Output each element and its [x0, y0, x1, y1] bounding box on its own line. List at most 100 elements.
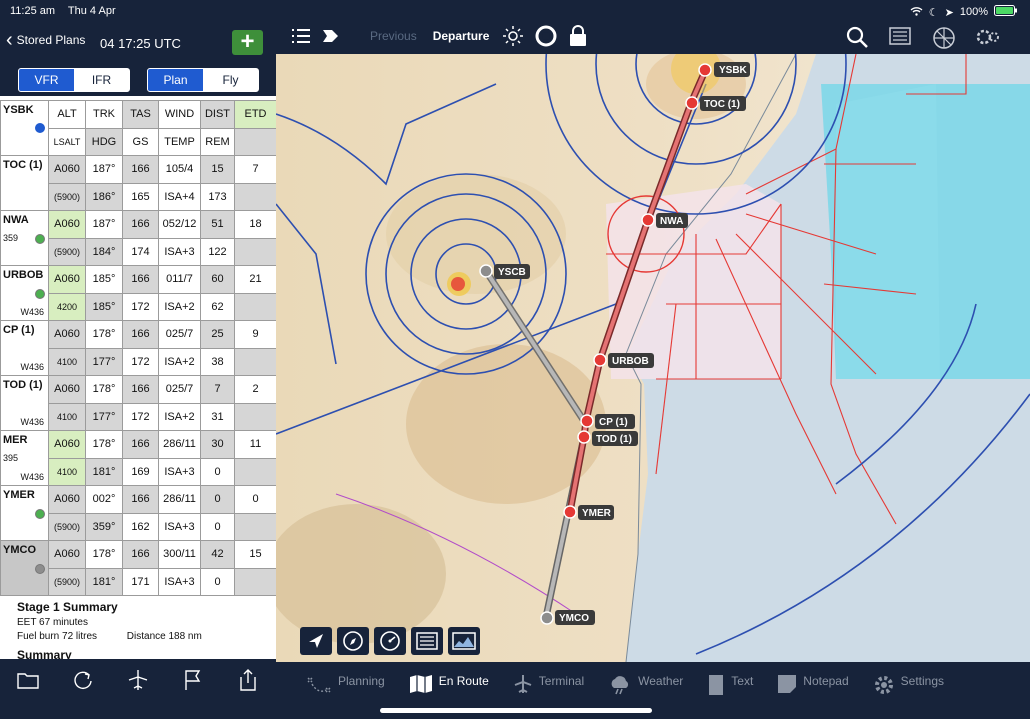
waypoint-ymer[interactable]: [563, 505, 577, 519]
temp-cell: ISA+3: [158, 237, 201, 266]
route-icon[interactable]: [322, 28, 340, 44]
waypoint-cell[interactable]: TOC (1): [0, 155, 49, 211]
airway-label: W436: [20, 472, 44, 482]
tab-text[interactable]: Text: [707, 662, 753, 719]
blank-cell: [234, 457, 277, 486]
dist-cell: 51: [200, 210, 235, 239]
waypoint-tod[interactable]: [577, 430, 591, 444]
wind-cell[interactable]: 011/7: [158, 265, 201, 294]
elevation-profile-icon[interactable]: [448, 627, 480, 655]
tas-cell[interactable]: 166: [122, 265, 159, 294]
ifr-option[interactable]: IFR: [74, 69, 129, 91]
layers-settings-icon[interactable]: [976, 26, 1000, 55]
tab-en-route-label: En Route: [438, 674, 489, 688]
waypoint-cell[interactable]: TOD (1) W436: [0, 375, 49, 431]
alt-cell[interactable]: A060: [48, 375, 86, 404]
waypoint-nwa[interactable]: [641, 213, 655, 227]
tas-cell[interactable]: 166: [122, 540, 159, 569]
waypoint-cell[interactable]: CP (1) W436: [0, 320, 49, 376]
tab-planning[interactable]: Planning: [306, 662, 385, 719]
tas-cell[interactable]: 166: [122, 210, 159, 239]
wind-cell[interactable]: 025/7: [158, 375, 201, 404]
wind-cell[interactable]: 105/4: [158, 155, 201, 184]
wind-cell[interactable]: 286/11: [158, 430, 201, 459]
col-header-temp: TEMP: [158, 127, 201, 156]
etd-cell: 21: [234, 265, 277, 294]
origin-cell[interactable]: YSBK: [0, 100, 49, 156]
waypoint-cell[interactable]: YMCO: [0, 540, 49, 596]
waypoint-cell[interactable]: NWA 359: [0, 210, 49, 266]
alt-cell[interactable]: A060: [48, 210, 86, 239]
temp-cell: ISA+2: [158, 347, 201, 376]
home-indicator[interactable]: [380, 708, 652, 713]
stored-plans-back-button[interactable]: ‹ Stored Plans: [6, 30, 86, 50]
alt-cell[interactable]: A060: [48, 430, 86, 459]
waypoint-ysbk[interactable]: [698, 63, 712, 77]
tab-settings[interactable]: Settings: [873, 662, 944, 719]
waypoint-cp[interactable]: [580, 414, 594, 428]
table-row: CP (1) W436 A060 178° 166 025/7 25 9: [0, 320, 277, 376]
planning-icon: [306, 674, 332, 699]
track-up-icon[interactable]: [300, 627, 332, 655]
search-icon[interactable]: [846, 26, 868, 55]
tab-notepad[interactable]: Notepad: [777, 662, 849, 719]
trk-cell: 002°: [85, 485, 123, 514]
tas-cell[interactable]: 166: [122, 320, 159, 349]
waypoint-ymco[interactable]: [540, 611, 554, 625]
flag-icon[interactable]: [178, 665, 208, 695]
compass-icon[interactable]: [337, 627, 369, 655]
waypoint-cell[interactable]: URBOB W436: [0, 265, 49, 321]
reverse-route-icon[interactable]: [68, 665, 98, 695]
tas-cell[interactable]: 166: [122, 485, 159, 514]
wind-cell[interactable]: 300/11: [158, 540, 201, 569]
tas-cell[interactable]: 166: [122, 375, 159, 404]
alt-cell[interactable]: A060: [48, 155, 86, 184]
alt-cell[interactable]: A060: [48, 265, 86, 294]
waypoint-cell[interactable]: MER 395 W436: [0, 430, 49, 486]
wind-cell[interactable]: 025/7: [158, 320, 201, 349]
col-header-trk: TRK: [85, 100, 123, 129]
waypoint-urbob[interactable]: [593, 353, 607, 367]
departure-button[interactable]: Departure: [433, 29, 490, 43]
globe-icon[interactable]: [932, 26, 956, 55]
alt-cell[interactable]: A060: [48, 540, 86, 569]
col-header-alt: ALT: [48, 100, 86, 129]
wind-cell[interactable]: 052/12: [158, 210, 201, 239]
waypoint-toc[interactable]: [685, 96, 699, 110]
share-icon[interactable]: [233, 665, 263, 695]
tas-cell[interactable]: 166: [122, 155, 159, 184]
waypoint-name: MER: [3, 434, 28, 446]
alt-cell[interactable]: A060: [48, 485, 86, 514]
vfr-option[interactable]: VFR: [19, 69, 74, 91]
col-header-etd: ETD: [234, 100, 277, 129]
map-overlay-tools: [300, 627, 480, 655]
lifebuoy-icon[interactable]: [535, 25, 557, 47]
rem-cell: 122: [200, 237, 235, 266]
map-label-cp: CP (1): [599, 417, 628, 428]
map-tools-right: [846, 26, 1000, 55]
aircraft-icon[interactable]: [123, 665, 153, 695]
instrument-icon[interactable]: [374, 627, 406, 655]
previous-button[interactable]: Previous: [370, 29, 417, 43]
tas-cell[interactable]: 166: [122, 430, 159, 459]
blank-cell: [234, 402, 277, 431]
fly-option[interactable]: Fly: [203, 69, 258, 91]
folder-icon[interactable]: [13, 665, 43, 695]
waypoint-cell[interactable]: YMER: [0, 485, 49, 541]
documents-icon[interactable]: [888, 26, 912, 55]
waypoint-freq: 395: [3, 453, 19, 463]
add-plan-button[interactable]: +: [232, 30, 263, 55]
plan-option[interactable]: Plan: [148, 69, 203, 91]
aeronautical-chart[interactable]: YSBK TOC (1) NWA YSCB URBOB CP (1) TOD (…: [276, 54, 1030, 662]
back-label: Stored Plans: [16, 33, 86, 47]
alt-cell[interactable]: A060: [48, 320, 86, 349]
hdg-cell: 185°: [85, 292, 123, 321]
waypoint-yscb[interactable]: [479, 264, 493, 278]
wind-cell[interactable]: 286/11: [158, 485, 201, 514]
list-icon[interactable]: [292, 29, 310, 43]
lock-icon[interactable]: [569, 25, 587, 47]
flight-log-icon[interactable]: [411, 627, 443, 655]
waypoint-status-dot: [35, 234, 45, 244]
gs-cell: 162: [122, 512, 159, 541]
brightness-icon[interactable]: [503, 26, 524, 46]
